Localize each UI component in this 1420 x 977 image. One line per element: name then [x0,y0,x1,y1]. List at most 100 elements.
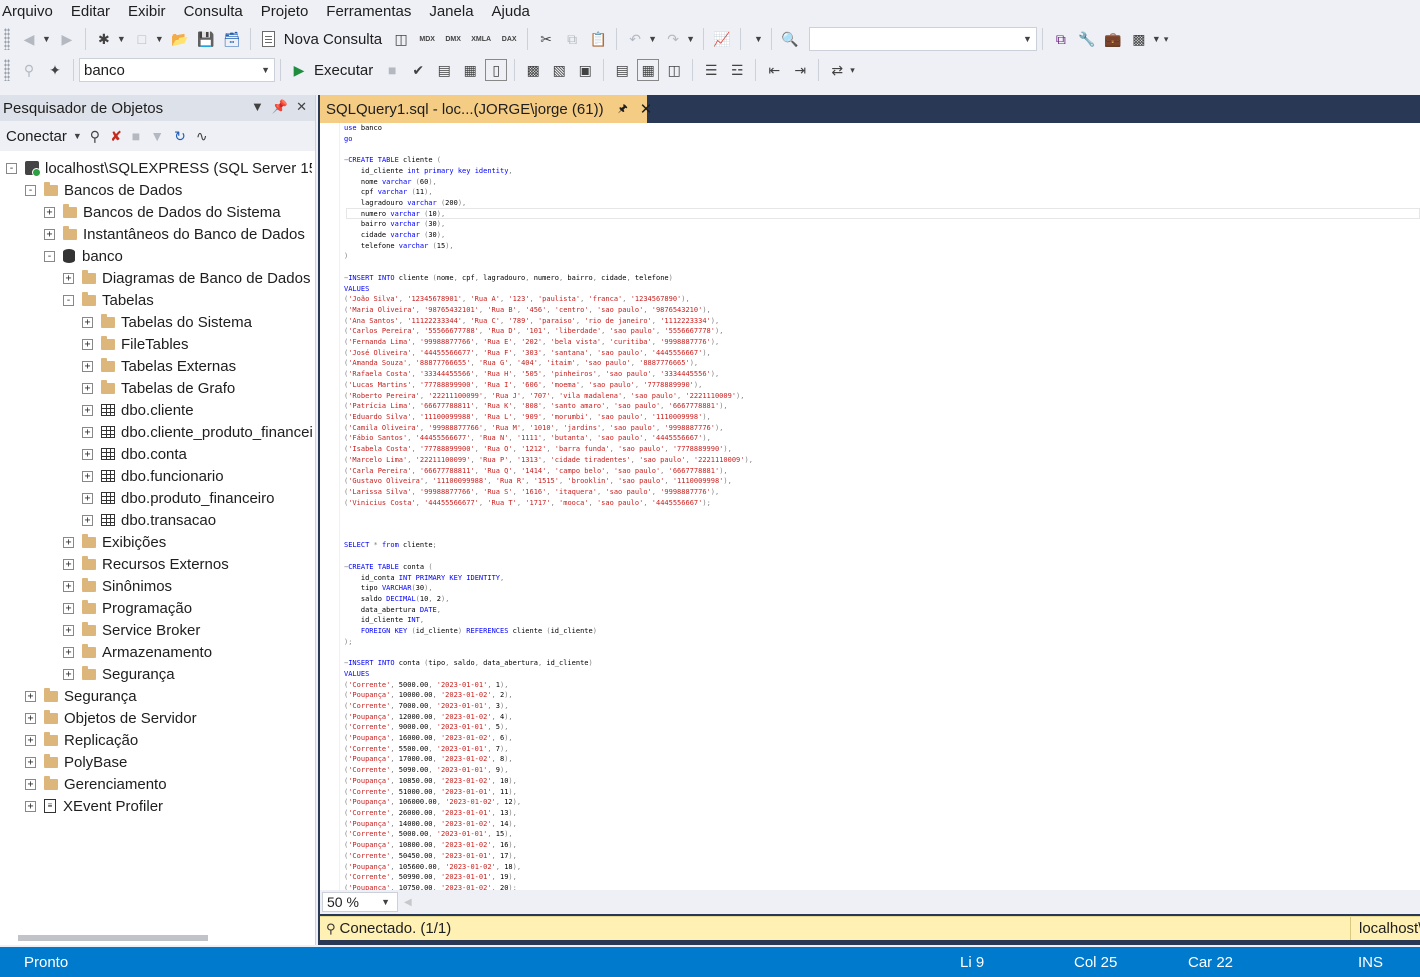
tree-item[interactable]: - Bancos de Dados [0,179,312,201]
sqlcmd-mode-icon[interactable]: ▯ [485,59,508,81]
expand-icon[interactable]: + [63,602,74,614]
tree-item[interactable]: + Tabelas do Sistema [0,311,312,333]
expand-icon[interactable]: + [63,624,74,636]
expand-icon[interactable]: + [82,360,93,372]
expand-icon[interactable]: + [63,558,74,570]
wrench-icon[interactable]: 🔧 [1076,28,1098,50]
undo-icon[interactable]: ↶ [624,28,646,50]
expand-icon[interactable]: + [63,668,74,680]
menu-item-ajuda[interactable]: Ajuda [490,3,540,20]
tree-item[interactable]: - Tabelas [0,289,312,311]
menu-item-consulta[interactable]: Consulta [182,3,253,20]
tree-item[interactable]: + Diagramas de Banco de Dados [0,267,312,289]
forward-icon[interactable]: ▶ [56,28,78,50]
expand-icon[interactable]: + [82,514,93,526]
new-project-icon[interactable]: ✱ [93,28,115,50]
tree-item[interactable]: - banco [0,245,312,267]
expand-icon[interactable]: + [25,756,36,768]
expand-icon[interactable]: + [25,712,36,724]
cut-icon[interactable]: ✂ [535,28,557,50]
collapse-icon[interactable]: - [63,294,74,306]
tree-item[interactable]: + Armazenamento [0,641,312,663]
add-item-dropdown-icon[interactable]: ▼ [155,34,164,44]
tree-item[interactable]: + Instantâneos do Banco de Dados [0,223,312,245]
specify-template-values-icon[interactable]: ⇄ [826,59,848,81]
redo-dropdown-icon[interactable]: ▼ [686,34,695,44]
tree-item[interactable]: + dbo.cliente [0,399,312,421]
tree-item[interactable]: + Exibições [0,531,312,553]
tree-item[interactable]: + Sinônimos [0,575,312,597]
tree-item[interactable]: + Tabelas de Grafo [0,377,312,399]
change-connection-icon[interactable]: ✦ [44,59,66,81]
tree-item[interactable]: + Gerenciamento [0,773,312,795]
command-window-icon[interactable]: ▩ [1128,28,1150,50]
expand-icon[interactable]: + [25,690,36,702]
tree-item[interactable]: + Service Broker [0,619,312,641]
connect-dropdown-icon[interactable]: ▼ [73,131,82,141]
tree-item[interactable]: + Segurança [0,685,312,707]
results-to-file-icon[interactable]: ◫ [663,59,685,81]
comment-icon[interactable]: ☰ [700,59,722,81]
expand-icon[interactable]: + [82,404,93,416]
save-all-icon[interactable]: 🗃 [221,28,243,50]
stop-icon[interactable]: ■ [132,128,140,144]
expand-icon[interactable]: + [63,536,74,548]
query-editor[interactable]: use banco go −CREATE TABLE cliente ( id_c… [320,123,1420,890]
toolbar-options-icon[interactable]: ▾ [1164,34,1169,45]
connect-button[interactable]: Conectar [6,128,67,145]
add-item-icon[interactable]: □ [131,28,153,50]
tree-item[interactable]: + dbo.produto_financeiro [0,487,312,509]
code-text[interactable]: use banco go −CREATE TABLE cliente ( id_c… [340,123,1420,890]
open-file-icon[interactable]: 📂 [169,28,191,50]
tree-item[interactable]: + Bancos de Dados do Sistema [0,201,312,223]
expand-icon[interactable]: + [44,228,55,240]
tree-item[interactable]: + FileTables [0,333,312,355]
tree-item[interactable]: + dbo.transacao [0,509,312,531]
decrease-indent-icon[interactable]: ⇤ [763,59,785,81]
expand-icon[interactable]: + [44,206,55,218]
command-window-dropdown-icon[interactable]: ▼ [1152,34,1161,44]
tree-item[interactable]: + Programação [0,597,312,619]
zoom-select[interactable]: 50 % ▼ [322,892,398,912]
copy-icon[interactable]: ⧉ [561,28,583,50]
expand-icon[interactable]: + [63,272,74,284]
solution-config-dropdown-icon[interactable]: ▼ [754,34,763,44]
collapse-icon[interactable]: - [44,250,55,262]
panel-menu-icon[interactable]: ▼ [251,99,264,115]
expand-icon[interactable]: + [25,734,36,746]
results-to-grid-icon[interactable]: ▦ [637,59,660,81]
dax-query-icon[interactable]: DAX [498,28,520,50]
tree-item[interactable]: + Recursos Externos [0,553,312,575]
tree-item[interactable]: + ≡ XEvent Profiler [0,795,312,817]
tree-item[interactable]: + dbo.funcionario [0,465,312,487]
chevron-down-icon[interactable]: ▼ [1023,34,1032,44]
expand-icon[interactable]: + [82,382,93,394]
expand-icon[interactable]: + [82,316,93,328]
cancel-query-icon[interactable]: ■ [381,59,403,81]
collapse-icon[interactable]: - [25,184,36,196]
expand-icon[interactable]: + [25,800,36,812]
pin-icon[interactable]: 📌 [272,99,288,115]
dmx-query-icon[interactable]: DMX [442,28,464,50]
database-engine-query-icon[interactable]: ◫ [390,28,412,50]
close-icon[interactable]: ✕ [296,99,307,115]
execute-button[interactable]: Executar [314,62,373,79]
connect-icon[interactable]: ⚲ [18,59,40,81]
tree-item[interactable]: + Objetos de Servidor [0,707,312,729]
expand-icon[interactable]: + [82,426,93,438]
new-project-dropdown-icon[interactable]: ▼ [117,34,126,44]
menu-item-arquivo[interactable]: Arquivo [0,3,63,20]
increase-indent-icon[interactable]: ⇥ [789,59,811,81]
include-actual-plan-icon[interactable]: ▩ [522,59,544,81]
chevron-down-icon[interactable]: ▼ [261,65,270,75]
save-icon[interactable]: 💾 [195,28,217,50]
chevron-down-icon[interactable]: ▼ [381,897,390,907]
scroll-left-icon[interactable]: ◀ [404,897,412,908]
paste-icon[interactable]: 📋 [587,28,609,50]
redo-icon[interactable]: ↷ [662,28,684,50]
activity-icon[interactable]: ∿ [196,128,208,145]
database-select[interactable]: banco ▼ [79,58,275,82]
activity-monitor-icon[interactable]: 📈 [711,28,733,50]
new-query-button[interactable]: Nova Consulta [284,31,382,48]
toolbox-icon[interactable]: 💼 [1102,28,1124,50]
